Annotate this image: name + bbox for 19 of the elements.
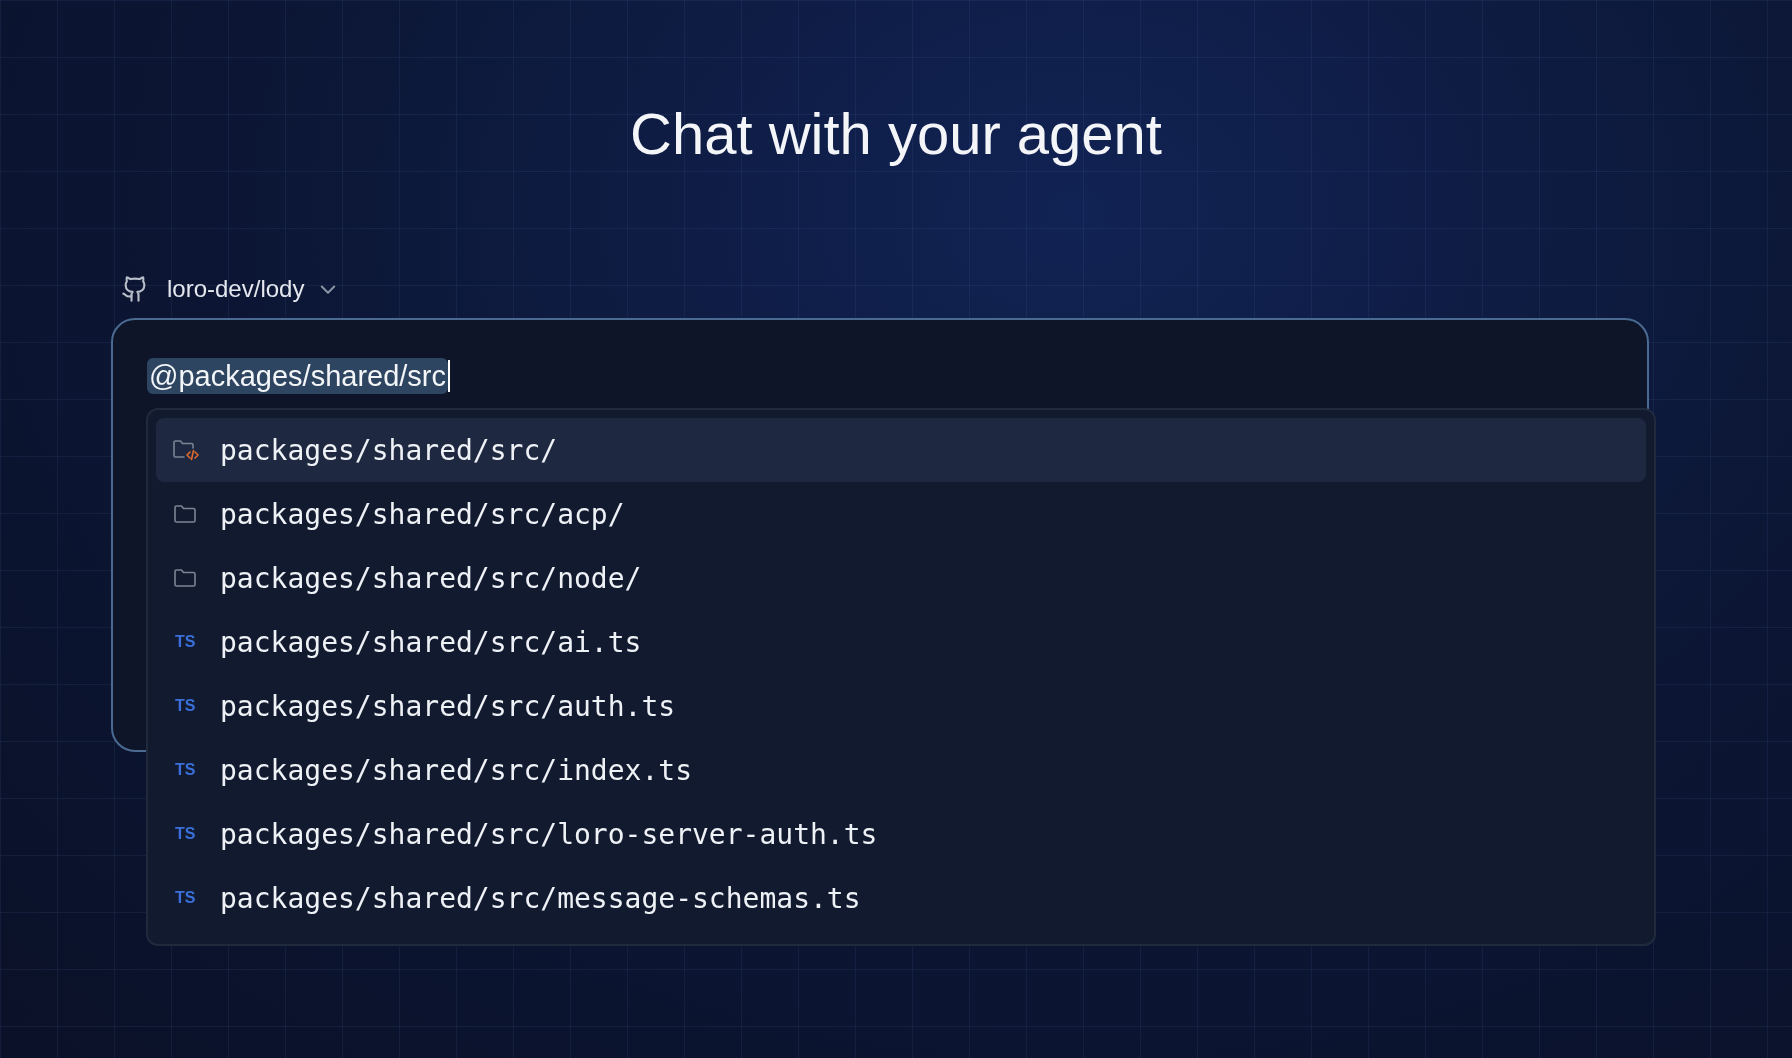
repo-selector[interactable]: loro-dev/lody [167,275,339,303]
file-type-label: TS [175,697,196,715]
file-type-label: TS [175,761,196,779]
page-title: Chat with your agent [629,100,1163,168]
suggestion-item[interactable]: TS packages/shared/src/loro-server-auth.ts [156,802,1646,866]
suggestion-item[interactable]: TS packages/shared/src/message-schemas.ts [156,866,1646,930]
suggestion-item[interactable]: packages/shared/src/node/ [156,546,1646,610]
suggestion-item[interactable]: packages/shared/src/acp/ [156,482,1646,546]
suggestion-item[interactable]: TS packages/shared/src/auth.ts [156,674,1646,738]
suggestion-item[interactable]: packages/shared/src/ [156,418,1646,482]
file-type-label: TS [175,889,196,907]
suggestion-item[interactable]: TS packages/shared/src/index.ts [156,738,1646,802]
code-folder-icon [172,438,200,462]
suggestion-item[interactable]: TS packages/shared/src/ai.ts [156,610,1646,674]
folder-icon [172,567,198,589]
input-field[interactable]: @packages/shared/src [147,358,449,394]
file-type-label: TS [175,825,196,843]
folder-icon [172,503,198,525]
file-type-label: TS [175,633,196,651]
